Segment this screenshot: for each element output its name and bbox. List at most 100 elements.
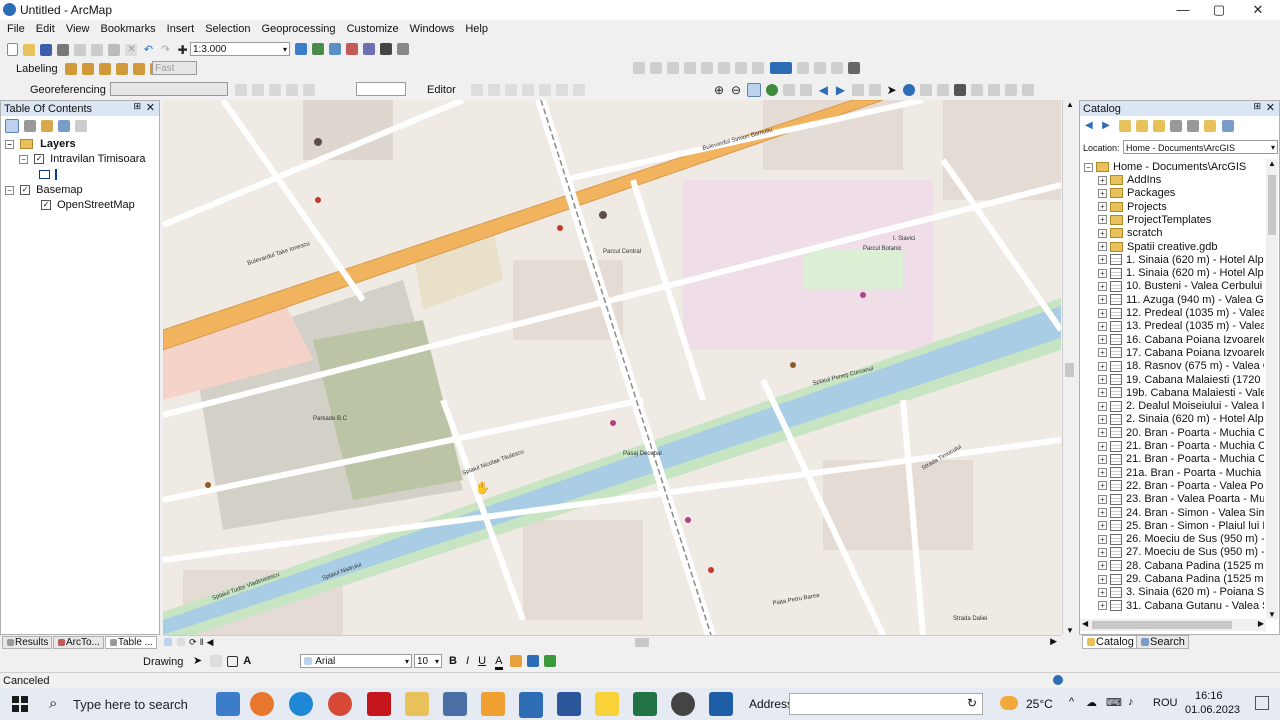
options-icon[interactable]	[75, 120, 88, 132]
location-combo[interactable]: Home - Documents\ArcGIS ▾	[1123, 140, 1278, 154]
expand-icon[interactable]: +	[1098, 375, 1107, 385]
arcgis-app-icon[interactable]	[443, 692, 467, 716]
search-window-icon[interactable]	[346, 43, 359, 56]
catalog-folder-item[interactable]: + Projects	[1098, 201, 1167, 214]
italic-button[interactable]: I	[466, 655, 469, 667]
line-color-icon[interactable]	[526, 655, 539, 668]
catalog-table-item[interactable]: +21. Bran - Poarta - Muchia Orbul	[1098, 440, 1264, 453]
python-window-icon[interactable]	[380, 43, 393, 56]
tab-results[interactable]: Results	[2, 636, 53, 649]
fixed-zoom-in-icon[interactable]	[783, 84, 796, 96]
layout-view-icon[interactable]	[177, 638, 186, 647]
scroll-right-icon[interactable]: ▶	[1050, 636, 1057, 647]
pin-icon[interactable]: ⊞	[1253, 101, 1261, 112]
scroll-up-icon[interactable]: ▲	[1268, 159, 1276, 168]
catalog-table-item[interactable]: +25. Bran - Simon - Plaiul lui Lom	[1098, 520, 1264, 533]
toc-window-icon[interactable]	[312, 43, 325, 56]
photos-icon[interactable]	[709, 692, 733, 716]
refresh-icon[interactable]: ⟳	[189, 637, 197, 647]
search-icon[interactable]: ⌕	[49, 695, 57, 712]
toggle-draft-icon[interactable]	[796, 62, 809, 75]
collapse-icon[interactable]: −	[5, 139, 14, 149]
menu-help[interactable]: Help	[461, 20, 492, 35]
layer-intravilan[interactable]: − ✓ Intravilan Timisoara	[19, 153, 146, 166]
redo-icon[interactable]: ↷	[160, 44, 172, 56]
tab-arctoolbox[interactable]: ArcTo...	[53, 636, 104, 649]
collapse-icon[interactable]: −	[1084, 162, 1093, 172]
time-slider-icon[interactable]	[1005, 84, 1018, 96]
catalog-table-item[interactable]: +24. Bran - Simon - Valea Simonu	[1098, 507, 1264, 520]
catalog-horizontal-scrollbar[interactable]: ◀ ▶	[1080, 619, 1266, 631]
scroll-thumb[interactable]	[1092, 621, 1232, 629]
trace-icon[interactable]	[505, 84, 518, 97]
change-layout-icon[interactable]	[830, 62, 843, 75]
font-combo[interactable]: Arial ▾	[300, 654, 412, 668]
georef-rotation-input[interactable]	[356, 82, 406, 96]
catalog-close-icon[interactable]: ✕	[1266, 101, 1275, 114]
select-features-icon[interactable]	[851, 84, 864, 96]
data-driven-pages-icon[interactable]	[847, 62, 860, 75]
catalog-folder-item[interactable]: + ProjectTemplates	[1098, 214, 1211, 227]
catalog-table-item[interactable]: +17. Cabana Poiana Izvoarelor (1	[1098, 347, 1264, 360]
fill-color-icon[interactable]	[509, 655, 522, 668]
toggle-contents-icon[interactable]	[1170, 120, 1183, 133]
reshape-icon[interactable]	[539, 84, 552, 97]
menu-windows[interactable]: Windows	[406, 20, 459, 35]
catalog-options-icon[interactable]	[1221, 120, 1234, 133]
catalog-table-item[interactable]: +22. Bran - Poarta - Valea Poarta	[1098, 480, 1264, 493]
expand-icon[interactable]: +	[1098, 348, 1107, 358]
labeling-menu[interactable]: Labeling	[16, 63, 58, 75]
catalog-table-item[interactable]: +18. Rasnov (675 m) - Valea Ghim	[1098, 360, 1264, 373]
expand-icon[interactable]: +	[1098, 361, 1107, 371]
copy-icon[interactable]	[91, 43, 104, 56]
catalog-table-item[interactable]: +28. Cabana Padina (1525 m) - Sa	[1098, 560, 1264, 573]
catalog-vertical-scrollbar[interactable]: ▲ ▼	[1266, 159, 1278, 619]
catalog-table-item[interactable]: +31. Cabana Gutanu - Valea Simc	[1098, 600, 1264, 613]
map-horizontal-scrollbar[interactable]: ⟳ ‖ ◀ ▶	[163, 635, 1061, 650]
expand-icon[interactable]: +	[1098, 494, 1107, 504]
expand-icon[interactable]: +	[1098, 215, 1107, 225]
expand-icon[interactable]: +	[1098, 468, 1107, 478]
toc-close-icon[interactable]: ✕	[146, 101, 155, 114]
select-elements-icon[interactable]: ➤	[193, 655, 205, 667]
language-indicator[interactable]: ROU	[1153, 697, 1177, 709]
zoom-out-fixed-icon[interactable]	[650, 62, 663, 75]
expand-icon[interactable]: +	[1098, 268, 1107, 278]
chevron-up-icon[interactable]: ^	[1069, 696, 1074, 708]
font-size-combo[interactable]: 10 ▾	[414, 654, 442, 668]
add-data-icon[interactable]: ✚	[177, 44, 189, 56]
catalog-table-item[interactable]: +13. Predeal (1035 m) - Valea Ras	[1098, 320, 1264, 333]
rotate-element-icon[interactable]	[210, 655, 223, 668]
split-icon[interactable]	[522, 84, 535, 97]
label-manager-icon[interactable]	[65, 63, 77, 76]
expand-icon[interactable]: +	[1098, 308, 1107, 318]
drawing-menu[interactable]: Drawing	[143, 656, 183, 668]
rectangle-icon[interactable]	[227, 655, 239, 667]
menu-geoprocessing[interactable]: Geoprocessing	[258, 20, 340, 35]
catalog-table-item[interactable]: +19b. Cabana Malaiesti - Valea M	[1098, 387, 1264, 400]
catalog-table-item[interactable]: +2. Sinaia (620 m) - Hotel Alpin (	[1098, 413, 1264, 426]
close-button[interactable]: ✕	[1240, 0, 1276, 20]
layer-visibility-checkbox[interactable]: ✓	[41, 200, 51, 211]
catalog-table-item[interactable]: +11. Azuga (940 m) - Valea Grecu	[1098, 294, 1264, 307]
georef-layer-combo[interactable]	[110, 82, 228, 96]
collapse-icon[interactable]: −	[19, 154, 28, 164]
catalog-table-item[interactable]: +2. Dealul Moiseiului - Valea Izei	[1098, 400, 1264, 413]
go-icon[interactable]: ↻	[967, 696, 977, 710]
address-input[interactable]: ↻	[789, 693, 983, 715]
tab-table[interactable]: Table ...	[105, 636, 158, 649]
expand-icon[interactable]: +	[1098, 561, 1107, 571]
catalog-table-item[interactable]: +29. Cabana Padina (1525 m) - Sa	[1098, 573, 1264, 586]
catalog-window-icon[interactable]	[329, 43, 342, 56]
expand-icon[interactable]: +	[1098, 547, 1107, 557]
scroll-thumb[interactable]	[1268, 175, 1276, 235]
scroll-right-icon[interactable]: ▶	[1258, 619, 1264, 628]
hyperlink-icon[interactable]	[936, 84, 949, 96]
expand-icon[interactable]: +	[1098, 335, 1107, 345]
label-weight-icon[interactable]	[99, 63, 112, 76]
editor-menu[interactable]: Editor	[427, 84, 456, 96]
catalog-folder-item[interactable]: + scratch	[1098, 227, 1162, 240]
layout-zoom-combo[interactable]	[769, 62, 792, 75]
expand-icon[interactable]: +	[1098, 441, 1107, 451]
maximize-button[interactable]: ▢	[1201, 0, 1237, 20]
